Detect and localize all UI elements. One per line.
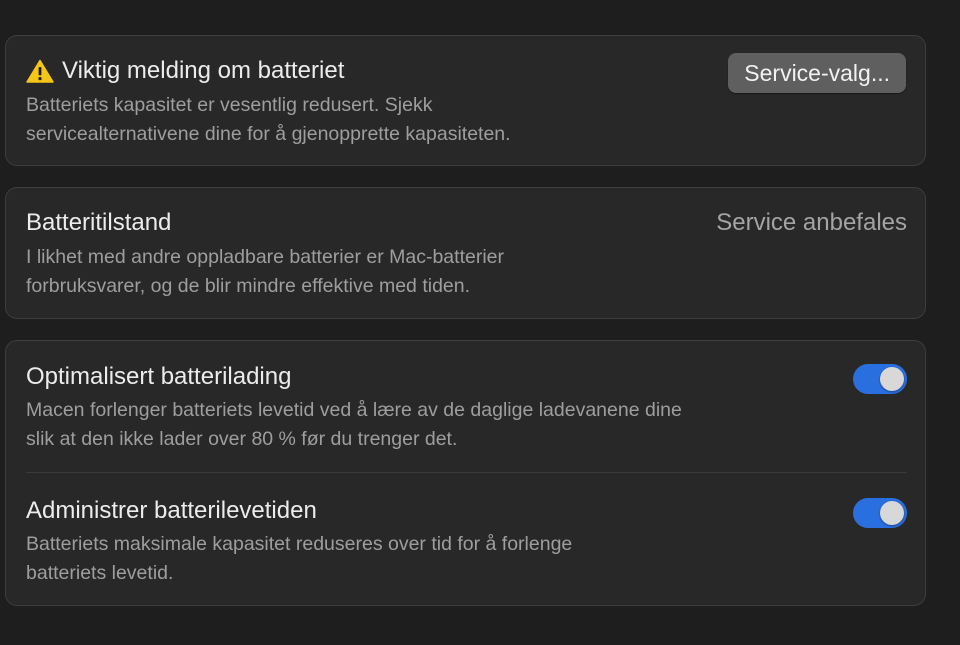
manage-lifespan-description-line: Batteriets maksimale kapasitet reduseres… xyxy=(26,533,573,555)
row-divider xyxy=(26,472,907,473)
battery-health-description-line: I likhet med andre oppladbare batterier … xyxy=(26,246,504,268)
optimized-charging-toggle[interactable] xyxy=(853,364,907,394)
battery-warning-card: Viktig melding om batteriet Service-valg… xyxy=(5,35,926,166)
toggle-knob xyxy=(880,367,904,391)
battery-health-card: Batteritilstand Service anbefales I likh… xyxy=(5,187,926,319)
optimized-charging-description-line: slik at den ikke lader over 80 % før du … xyxy=(26,428,458,450)
optimized-charging-description-line: Macen forlenger batteriets levetid ved å… xyxy=(26,399,682,421)
battery-settings-page: Viktig melding om batteriet Service-valg… xyxy=(0,0,960,645)
manage-lifespan-title: Administrer batterilevetiden xyxy=(26,497,317,524)
warning-triangle-icon xyxy=(26,59,54,83)
battery-warning-title-text: Viktig melding om batteriet xyxy=(62,57,345,84)
optimized-charging-title: Optimalisert batterilading xyxy=(26,363,292,390)
battery-health-description: I likhet med andre oppladbare batterier … xyxy=(26,243,504,301)
optimized-charging-description: Macen forlenger batteriets levetid ved å… xyxy=(26,396,682,454)
battery-health-description-line: forbruksvarer, og de blir mindre effekti… xyxy=(26,275,471,297)
battery-warning-description-line: servicealternativene dine for å gjenoppr… xyxy=(26,123,511,145)
battery-health-title: Batteritilstand xyxy=(26,209,172,236)
manage-lifespan-description: Batteriets maksimale kapasitet reduseres… xyxy=(26,530,572,588)
manage-lifespan-toggle[interactable] xyxy=(853,498,907,528)
manage-lifespan-description-line: batteriets levetid. xyxy=(26,562,174,584)
service-options-button[interactable]: Service-valg... xyxy=(728,53,906,93)
battery-warning-description: Batteriets kapasitet er vesentlig reduse… xyxy=(26,91,511,149)
battery-warning-description-line: Batteriets kapasitet er vesentlig reduse… xyxy=(26,94,433,116)
battery-health-status: Service anbefales xyxy=(716,209,907,236)
battery-warning-title: Viktig melding om batteriet xyxy=(26,57,344,85)
charging-options-card: Optimalisert batterilading Macen forleng… xyxy=(5,340,926,606)
toggle-knob xyxy=(880,501,904,525)
